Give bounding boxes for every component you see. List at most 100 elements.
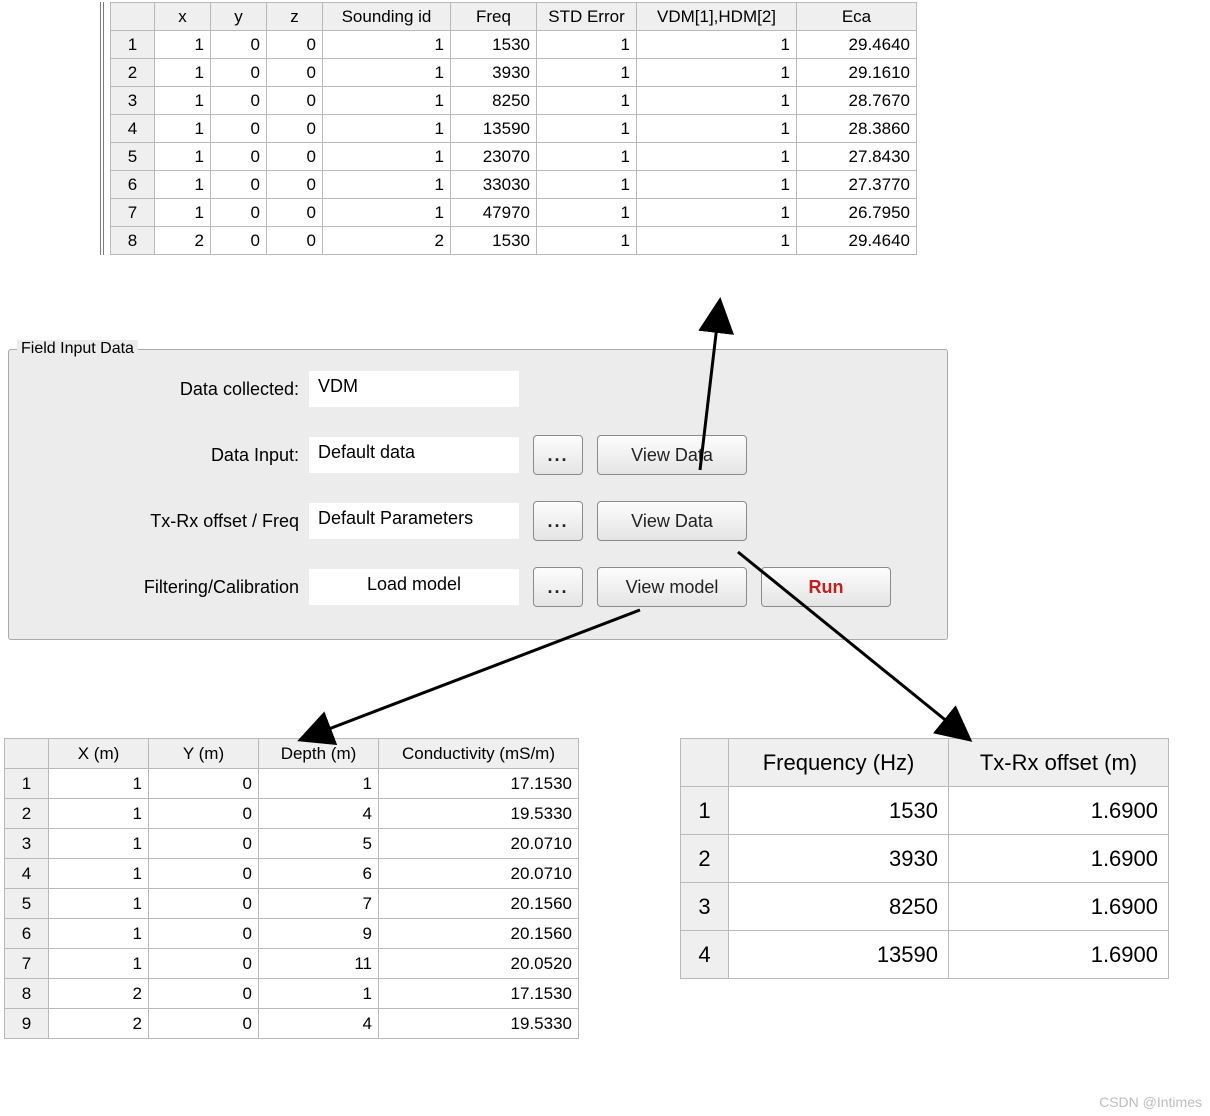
top-table-cell[interactable]: 0 (267, 59, 323, 87)
model-table-cell[interactable]: 0 (149, 769, 259, 799)
value-data-input[interactable]: Default data (309, 437, 519, 473)
view-model-button[interactable]: View model (597, 567, 747, 607)
top-table-cell[interactable]: 1 (537, 199, 637, 227)
top-table-cell[interactable]: 1 (155, 59, 211, 87)
model-table-cell[interactable]: 11 (259, 949, 379, 979)
top-table-cell[interactable]: 1 (155, 31, 211, 59)
top-table-row[interactable]: 1100115301129.4640 (111, 31, 917, 59)
top-table-cell[interactable]: 0 (267, 31, 323, 59)
top-table-cell[interactable]: 1 (637, 59, 797, 87)
top-table-row[interactable]: 51001230701127.8430 (111, 143, 917, 171)
model-table-row[interactable]: 410620.0710 (5, 859, 579, 889)
top-table-cell[interactable]: 1 (537, 59, 637, 87)
top-table-cell[interactable]: 0 (211, 87, 267, 115)
top-table-cell[interactable]: 33030 (451, 171, 537, 199)
top-table-cell[interactable]: 0 (267, 199, 323, 227)
top-table-row[interactable]: 2100139301129.1610 (111, 59, 917, 87)
top-table-cell[interactable]: 47970 (451, 199, 537, 227)
model-table-cell[interactable]: 1 (49, 949, 149, 979)
top-table-cell[interactable]: 1 (323, 171, 451, 199)
top-data-table[interactable]: xyzSounding idFreqSTD ErrorVDM[1],HDM[2]… (110, 2, 917, 255)
top-table-cell[interactable]: 0 (211, 171, 267, 199)
model-table-cell[interactable]: 1 (49, 769, 149, 799)
model-table-row[interactable]: 920419.5330 (5, 1009, 579, 1039)
freq-table-header[interactable]: Tx-Rx offset (m) (949, 739, 1169, 787)
top-table-cell[interactable]: 29.4640 (797, 227, 917, 255)
model-table-cell[interactable]: 0 (149, 799, 259, 829)
top-table-cell[interactable]: 0 (211, 199, 267, 227)
top-table-row[interactable]: 61001330301127.3770 (111, 171, 917, 199)
top-table-cell[interactable]: 1 (155, 115, 211, 143)
top-table-cell[interactable]: 1 (323, 115, 451, 143)
top-table-cell[interactable]: 1 (537, 143, 637, 171)
value-filter[interactable]: Load model (309, 569, 519, 605)
model-table-header[interactable]: Conductivity (mS/m) (379, 739, 579, 769)
top-table-rownum[interactable]: 3 (111, 87, 155, 115)
top-table-cell[interactable]: 1 (323, 199, 451, 227)
top-table-rownum[interactable]: 8 (111, 227, 155, 255)
top-table-rownum[interactable]: 2 (111, 59, 155, 87)
freq-table-cell[interactable]: 13590 (729, 931, 949, 979)
top-table-cell[interactable]: 26.7950 (797, 199, 917, 227)
model-table-cell[interactable]: 1 (49, 799, 149, 829)
top-table-cell[interactable]: 1 (323, 59, 451, 87)
model-table-cell[interactable]: 20.1560 (379, 889, 579, 919)
model-table-cell[interactable]: 5 (259, 829, 379, 859)
model-table-cell[interactable]: 19.5330 (379, 799, 579, 829)
model-table[interactable]: X (m)Y (m)Depth (m)Conductivity (mS/m)11… (4, 738, 579, 1039)
model-table-cell[interactable]: 1 (49, 859, 149, 889)
top-table-cell[interactable]: 1 (323, 143, 451, 171)
model-table-rownum[interactable]: 4 (5, 859, 49, 889)
model-table-cell[interactable]: 4 (259, 799, 379, 829)
top-table-cell[interactable]: 0 (211, 59, 267, 87)
freq-table-cell[interactable]: 1530 (729, 787, 949, 835)
top-table-cell[interactable]: 1 (537, 171, 637, 199)
model-table-cell[interactable]: 0 (149, 979, 259, 1009)
freq-table-cell[interactable]: 1.6900 (949, 787, 1169, 835)
model-table-cell[interactable]: 0 (149, 919, 259, 949)
model-table-header[interactable]: Y (m) (149, 739, 259, 769)
top-table-cell[interactable]: 1 (155, 199, 211, 227)
model-table-cell[interactable]: 20.0710 (379, 859, 579, 889)
view-txrx-button[interactable]: View Data (597, 501, 747, 541)
freq-table-row[interactable]: 4135901.6900 (681, 931, 1169, 979)
model-table-rownum[interactable]: 2 (5, 799, 49, 829)
model-table-rownum[interactable]: 1 (5, 769, 49, 799)
top-table-rownum[interactable]: 6 (111, 171, 155, 199)
top-table-cell[interactable]: 0 (267, 227, 323, 255)
freq-table-cell[interactable]: 1.6900 (949, 835, 1169, 883)
top-table-rownum[interactable]: 5 (111, 143, 155, 171)
model-table-cell[interactable]: 1 (49, 919, 149, 949)
model-table-rownum[interactable]: 5 (5, 889, 49, 919)
top-table-cell[interactable]: 1 (637, 199, 797, 227)
view-data-input-button[interactable]: View Data (597, 435, 747, 475)
model-table-cell[interactable]: 1 (259, 979, 379, 1009)
model-table-row[interactable]: 110117.1530 (5, 769, 579, 799)
model-table-rownum[interactable]: 7 (5, 949, 49, 979)
freq-offset-table[interactable]: Frequency (Hz)Tx-Rx offset (m)115301.690… (680, 738, 1169, 979)
top-table-cell[interactable]: 0 (267, 115, 323, 143)
top-table-cell[interactable]: 1 (637, 171, 797, 199)
model-table-cell[interactable]: 1 (259, 769, 379, 799)
model-table-cell[interactable]: 9 (259, 919, 379, 949)
top-table-cell[interactable]: 1 (537, 87, 637, 115)
top-table-cell[interactable]: 27.3770 (797, 171, 917, 199)
top-table-cell[interactable]: 0 (267, 143, 323, 171)
model-table-cell[interactable]: 20.0710 (379, 829, 579, 859)
model-table-row[interactable]: 610920.1560 (5, 919, 579, 949)
top-table-cell[interactable]: 0 (211, 115, 267, 143)
top-table-cell[interactable]: 1530 (451, 227, 537, 255)
freq-table-header[interactable]: Frequency (Hz) (729, 739, 949, 787)
top-table-cell[interactable]: 1 (155, 171, 211, 199)
model-table-cell[interactable]: 7 (259, 889, 379, 919)
top-table-cell[interactable]: 28.7670 (797, 87, 917, 115)
top-table-cell[interactable]: 8250 (451, 87, 537, 115)
top-table-header[interactable]: VDM[1],HDM[2] (637, 3, 797, 31)
top-table-cell[interactable]: 0 (211, 143, 267, 171)
top-table-rownum[interactable]: 1 (111, 31, 155, 59)
top-table-cell[interactable]: 0 (211, 227, 267, 255)
top-table-header[interactable]: Sounding id (323, 3, 451, 31)
top-table-cell[interactable]: 1 (537, 115, 637, 143)
model-table-cell[interactable]: 20.0520 (379, 949, 579, 979)
top-table-cell[interactable]: 0 (211, 31, 267, 59)
